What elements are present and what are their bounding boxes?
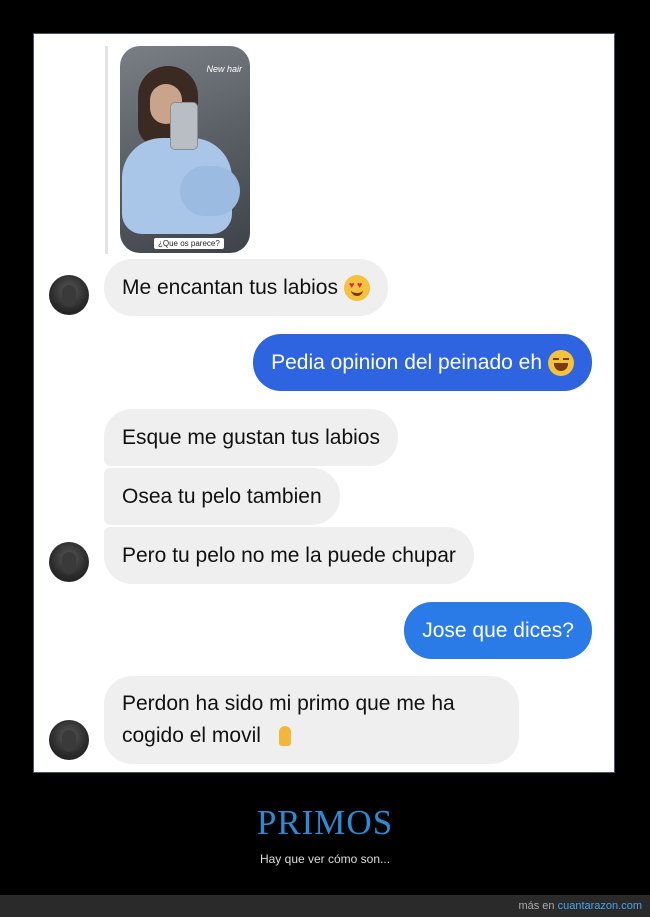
message-bubble-received[interactable]: Perdon ha sido mi primo que me ha cogido… (104, 676, 519, 764)
story-reply-line (105, 46, 108, 254)
message-bubble-received[interactable]: Me encantan tus labios ♥ ♥ (104, 259, 388, 316)
site-footer: más en cuantarazon.com (0, 895, 650, 917)
footer-prefix: más en (518, 900, 555, 912)
story-image[interactable]: New hair ¿Que os parece? (120, 46, 250, 253)
avatar[interactable] (49, 275, 89, 315)
message-text: Esque me gustan tus labios (122, 425, 380, 449)
message-text: Perdon ha sido mi primo que me ha cogido… (122, 692, 455, 748)
message-bubble-received[interactable]: Pero tu pelo no me la puede chupar (104, 527, 474, 584)
message-text: Pero tu pelo no me la puede chupar (122, 543, 456, 567)
avatar[interactable] (49, 720, 89, 760)
site-link[interactable]: cuantarazon.com (558, 900, 642, 912)
laughing-emoji-icon (548, 349, 574, 376)
heart-eyes-emoji-icon: ♥ ♥ (343, 274, 370, 301)
message-text: Osea tu pelo tambien (122, 484, 322, 508)
phone-icon (170, 102, 198, 150)
avatar[interactable] (49, 542, 89, 582)
chat-screenshot: New hair ¿Que os parece? Me encantan tus… (33, 33, 615, 773)
message-text: Me encantan tus labios (122, 275, 338, 299)
story-caption: ¿Que os parece? (154, 238, 224, 249)
message-bubble-sent[interactable]: Pedia opinion del peinado eh (253, 334, 592, 391)
message-text: Pedia opinion del peinado eh (271, 350, 542, 374)
message-bubble-received[interactable]: Osea tu pelo tambien (104, 468, 340, 525)
message-text: Jose que dices? (422, 618, 574, 642)
post-title: PRIMOS (256, 803, 394, 842)
story-overlay-text: New hair (206, 64, 242, 74)
praying-hands-emoji-icon (273, 724, 297, 748)
message-bubble-received[interactable]: Esque me gustan tus labios (104, 409, 398, 466)
message-bubble-sent[interactable]: Jose que dices? (404, 602, 592, 659)
post-subtitle: Hay que ver cómo son... (259, 852, 391, 866)
